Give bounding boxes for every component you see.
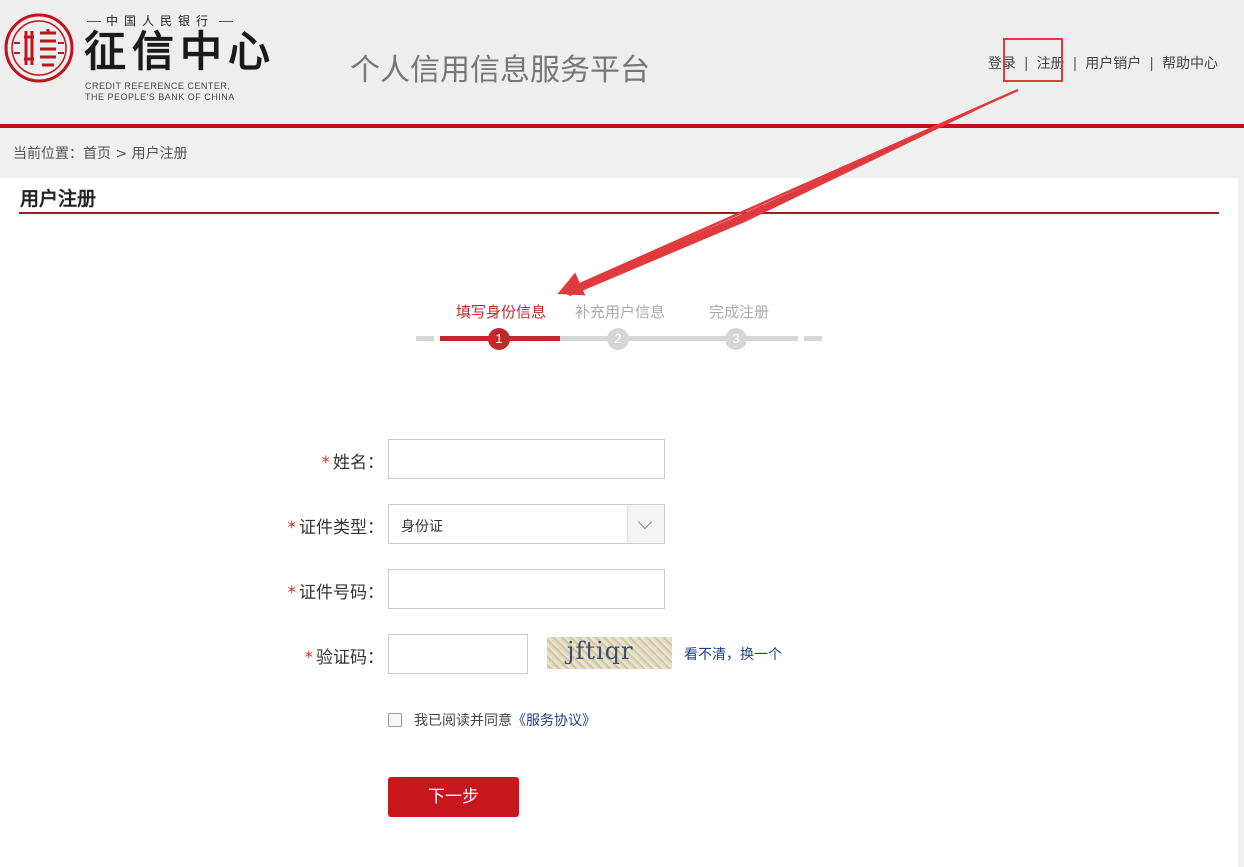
captcha-label-text: 验证码： — [316, 648, 384, 668]
site-header: 中国人民银行 征信中心 CREDIT REFERENCE CENTER, THE… — [0, 0, 1244, 128]
agreement-row: 我已阅读并同意《服务协议》 — [388, 710, 596, 730]
step-2-label: 补充用户信息 — [575, 303, 666, 321]
nav-separator: | — [1072, 56, 1078, 72]
captcha-input[interactable] — [388, 634, 528, 674]
name-label-text: 姓名： — [333, 453, 384, 473]
captcha-image[interactable]: jftiqr — [547, 637, 672, 669]
agree-text: 我已阅读并同意 — [414, 713, 512, 729]
logo-english-line2: THE PEOPLE'S BANK OF CHINA — [85, 92, 235, 102]
registration-panel: 用户注册 填写身份信息 补充用户信息 完成注册 1 2 3 * 姓名： * 证件类型… — [0, 178, 1238, 867]
page-title: 用户注册 — [20, 188, 97, 210]
id-type-label-text: 证件类型： — [299, 518, 384, 538]
step-track-inactive — [560, 336, 798, 341]
step-3-label: 完成注册 — [709, 303, 770, 321]
captcha-label: * 验证码： — [184, 643, 385, 668]
register-highlight-box — [1003, 38, 1063, 82]
step-1-label: 填写身份信息 — [456, 303, 547, 321]
name-input[interactable] — [388, 439, 665, 479]
title-divider — [19, 212, 1219, 214]
captcha-refresh: 看不清，换一个 — [684, 644, 782, 664]
logo-english-line1: CREDIT REFERENCE CENTER, — [85, 81, 231, 91]
id-number-label-text: 证件号码： — [299, 583, 384, 603]
next-step-button[interactable]: 下一步 — [388, 777, 519, 817]
id-type-selected-value: 身份证 — [401, 519, 443, 535]
captcha-text: jftiqr — [567, 637, 634, 665]
nav-cancel-account-link[interactable]: 用户销户 — [1085, 56, 1141, 72]
logo-center-name: 征信中心 — [84, 27, 277, 76]
chevron-down-icon[interactable] — [627, 505, 664, 543]
step-2-dot: 2 — [607, 328, 629, 350]
required-mark: * — [287, 518, 297, 538]
required-mark: * — [287, 583, 297, 603]
required-mark: * — [304, 648, 314, 668]
service-agreement-link[interactable]: 《服务协议》 — [512, 713, 596, 729]
id-number-input[interactable] — [388, 569, 665, 609]
step-track-cap — [416, 336, 434, 341]
step-track-cap — [804, 336, 822, 341]
agree-checkbox[interactable] — [388, 713, 402, 727]
step-3-dot: 3 — [725, 328, 747, 350]
captcha-unclear-link[interactable]: 看不清， — [684, 647, 740, 663]
credit-center-seal-icon — [4, 13, 74, 83]
captcha-refresh-link[interactable]: 换一个 — [740, 647, 782, 663]
registration-steps: 填写身份信息 补充用户信息 完成注册 1 2 3 — [416, 298, 822, 358]
id-type-label: * 证件类型： — [184, 513, 385, 538]
step-1-dot: 1 — [488, 328, 510, 350]
id-number-label: * 证件号码： — [184, 578, 385, 603]
id-type-select[interactable]: 身份证 — [388, 504, 665, 544]
required-mark: * — [321, 453, 331, 473]
breadcrumb: 当前位置：首页 > 用户注册 — [13, 146, 188, 162]
name-label: * 姓名： — [184, 448, 385, 473]
nav-separator: | — [1149, 56, 1154, 72]
platform-title: 个人信用信息服务平台 — [350, 53, 650, 88]
nav-help-link[interactable]: 帮助中心 — [1162, 56, 1218, 72]
